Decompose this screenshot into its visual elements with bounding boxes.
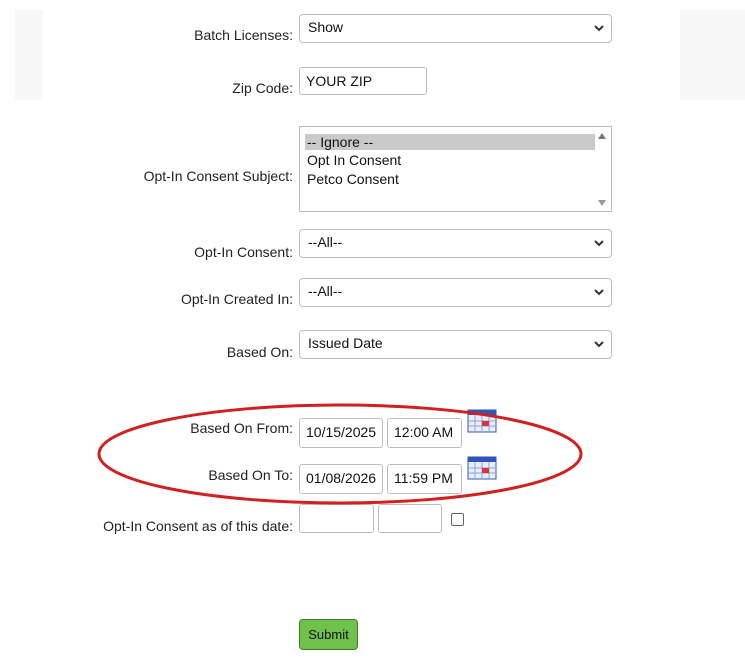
based-on-label: Based On: xyxy=(226,344,293,360)
scroll-down-icon[interactable] xyxy=(597,199,607,207)
based-on-to-time-input[interactable]: 11:59 PM xyxy=(387,464,462,494)
submit-button[interactable]: Submit xyxy=(299,619,358,650)
scroll-up-icon[interactable] xyxy=(597,132,607,140)
chevron-down-icon xyxy=(594,289,604,296)
chevron-down-icon xyxy=(594,25,604,32)
zip-code-input[interactable]: YOUR ZIP xyxy=(299,67,427,95)
chevron-down-icon xyxy=(594,240,604,247)
based-on-from-label: Based On From: xyxy=(190,420,293,436)
based-on-from-date-input[interactable]: 10/15/2025 xyxy=(299,418,383,448)
list-option[interactable]: Petco Consent xyxy=(305,171,595,187)
based-on-value: Issued Date xyxy=(308,335,383,351)
right-panel-edge xyxy=(680,10,745,100)
calendar-icon[interactable] xyxy=(467,456,497,480)
opt-in-created-in-select[interactable]: --All-- xyxy=(299,278,612,307)
opt-in-consent-as-of-label: Opt-In Consent as of this date: xyxy=(103,518,293,534)
chevron-down-icon xyxy=(594,341,604,348)
opt-in-consent-value: --All-- xyxy=(308,234,343,250)
opt-in-consent-subject-listbox[interactable]: -- Ignore -- Opt In Consent Petco Consen… xyxy=(299,126,612,212)
opt-in-consent-select[interactable]: --All-- xyxy=(299,229,612,258)
opt-in-consent-as-of-date-input[interactable] xyxy=(299,504,374,533)
batch-licenses-value: Show xyxy=(308,19,344,35)
batch-licenses-select[interactable]: Show xyxy=(299,14,612,43)
opt-in-created-in-value: --All-- xyxy=(308,283,343,299)
calendar-icon[interactable] xyxy=(467,409,497,433)
based-on-select[interactable]: Issued Date xyxy=(299,330,612,359)
opt-in-created-in-label: Opt-In Created In: xyxy=(180,291,293,307)
based-on-from-time-input[interactable]: 12:00 AM xyxy=(387,418,462,448)
list-option[interactable]: Opt In Consent xyxy=(305,152,595,168)
opt-in-consent-as-of-time-input[interactable] xyxy=(378,504,442,533)
batch-licenses-label: Batch Licenses: xyxy=(194,27,293,43)
opt-in-consent-as-of-checkbox[interactable] xyxy=(451,513,464,526)
left-panel-edge xyxy=(15,10,43,100)
opt-in-consent-subject-label: Opt-In Consent Subject: xyxy=(143,168,293,184)
based-on-to-date-input[interactable]: 01/08/2026 xyxy=(299,464,383,494)
opt-in-consent-label: Opt-In Consent: xyxy=(194,244,293,260)
based-on-to-label: Based On To: xyxy=(208,467,293,483)
zip-code-label: Zip Code: xyxy=(232,80,293,96)
list-option[interactable]: -- Ignore -- xyxy=(305,134,595,150)
